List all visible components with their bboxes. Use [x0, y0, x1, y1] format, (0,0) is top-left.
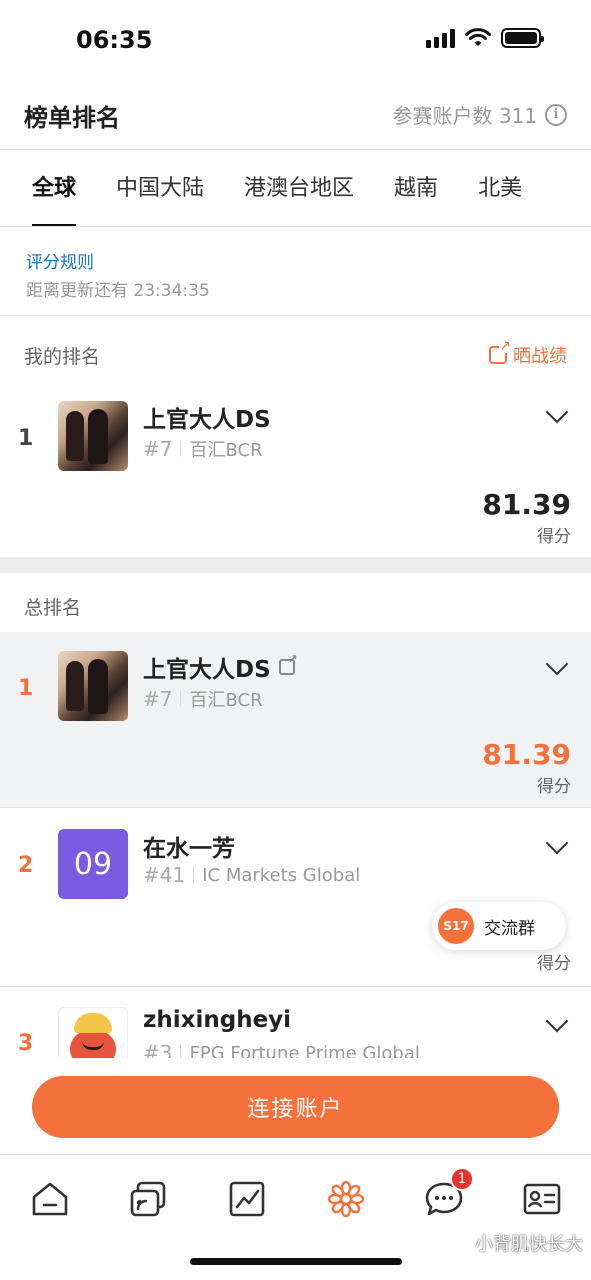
trader-tag: #7	[143, 687, 173, 711]
rank-number: 2	[18, 853, 34, 878]
rank-number: 1	[18, 426, 34, 451]
tab-hk-macau-taiwan[interactable]: 港澳台地区	[244, 150, 354, 226]
ranking-row-1[interactable]: 1 上官大人DS #7 百汇BCR 81.39 得分	[0, 632, 591, 808]
participants-info[interactable]: 参赛账户数 311 i	[392, 100, 567, 129]
meta-divider	[180, 441, 182, 457]
avatar[interactable]: 09	[58, 829, 128, 899]
my-rank-row[interactable]: 1 上官大人DS #7 百汇BCR 81.39 得分	[0, 400, 591, 550]
broker-name: 百汇BCR	[189, 440, 263, 461]
status-bar: 06:35	[0, 0, 591, 80]
profile-icon[interactable]	[522, 1179, 562, 1219]
wifi-icon	[465, 28, 491, 46]
trader-tag: #41	[143, 863, 186, 887]
score-label: 得分	[537, 777, 571, 797]
chevron-down-icon[interactable]	[545, 652, 569, 676]
region-tabs: 全球 中国大陆 港澳台地区 越南 北美	[0, 150, 591, 227]
chat-group-label: 交流群	[484, 918, 535, 939]
rank-number: 3	[18, 1031, 34, 1056]
trader-name: 上官大人DS	[143, 400, 271, 434]
score-value: 81.39	[482, 488, 571, 521]
battery-icon	[501, 28, 544, 48]
meta-divider	[193, 867, 195, 883]
home-icon[interactable]	[30, 1179, 70, 1219]
score-value: 81.39	[482, 738, 571, 771]
trader-tag: #7	[143, 437, 173, 461]
tab-north-america[interactable]: 北美	[478, 150, 522, 226]
avatar[interactable]	[58, 651, 128, 721]
my-rank-label: 我的排名	[24, 346, 101, 368]
status-icons	[426, 28, 544, 48]
participants-count: 参赛账户数 311	[392, 104, 537, 128]
connect-account-button[interactable]: 连接账户	[32, 1076, 559, 1138]
messages-tab[interactable]: 1	[424, 1167, 474, 1219]
score-label: 得分	[537, 527, 571, 547]
notification-badge: 1	[450, 1167, 474, 1191]
trader-meta: #7 百汇BCR	[143, 436, 263, 462]
meta-divider	[180, 691, 182, 707]
trader-meta: #7 百汇BCR	[143, 686, 263, 712]
feed-icon[interactable]	[128, 1179, 168, 1219]
tab-vietnam[interactable]: 越南	[394, 150, 438, 226]
brand-logo-icon: S17	[438, 908, 474, 944]
trader-name-text: 上官大人DS	[143, 657, 271, 683]
my-rank-section: 我的排名 晒战绩 1 上官大人DS #7 百汇BCR 81.39 得分	[0, 316, 591, 557]
page-title: 榜单排名	[24, 104, 120, 132]
trader-meta: #41 IC Markets Global	[143, 863, 360, 887]
share-label: 晒战绩	[513, 346, 567, 367]
trader-name: zhixingheyi	[143, 1007, 291, 1033]
trader-name-text: 上官大人DS	[143, 407, 271, 433]
total-rank-label: 总排名	[24, 597, 82, 619]
broker-name: IC Markets Global	[202, 864, 361, 886]
tab-global[interactable]: 全球	[32, 150, 77, 226]
share-icon	[489, 339, 512, 364]
chart-icon[interactable]	[227, 1179, 267, 1219]
rules-section: 评分规则 距离更新还有 23:34:35	[0, 228, 591, 316]
connect-bar: 连接账户	[0, 1058, 591, 1154]
trader-name: 在水一芳	[143, 829, 235, 863]
chevron-down-icon[interactable]	[545, 400, 569, 424]
broker-name: 百汇BCR	[189, 690, 263, 711]
trader-name: 上官大人DS	[143, 650, 298, 684]
watermark: 小背肌快长大	[475, 1234, 583, 1255]
trader-name-text: 在水一芳	[143, 836, 235, 862]
ranking-row-2[interactable]: 2 09 在水一芳 #41 IC Markets Global 得分	[0, 809, 591, 986]
page-header: 榜单排名 参赛账户数 311 i	[0, 80, 591, 150]
rank-number: 1	[18, 676, 34, 701]
external-link-icon[interactable]	[278, 653, 298, 675]
score-label: 得分	[537, 954, 571, 974]
update-countdown: 距离更新还有 23:34:35	[26, 281, 210, 301]
brand-icon[interactable]	[326, 1179, 366, 1219]
status-time: 06:35	[76, 26, 153, 54]
signal-icon	[426, 28, 455, 48]
chat-group-button[interactable]: S17 交流群	[432, 902, 566, 950]
avatar[interactable]	[58, 401, 128, 471]
info-icon[interactable]: i	[545, 103, 567, 126]
home-indicator[interactable]	[190, 1258, 402, 1265]
section-divider	[0, 557, 591, 573]
trader-name-text: zhixingheyi	[143, 1007, 292, 1033]
scoring-rules-link[interactable]: 评分规则	[26, 248, 94, 273]
tab-mainland-china[interactable]: 中国大陆	[116, 150, 204, 226]
share-results-button[interactable]: 晒战绩	[489, 339, 567, 368]
ranking-row-3[interactable]: 3 zhixingheyi #3 FPG Fortune Prime Globa…	[0, 987, 591, 1077]
chevron-down-icon[interactable]	[545, 831, 569, 855]
chevron-down-icon[interactable]	[545, 1009, 569, 1033]
